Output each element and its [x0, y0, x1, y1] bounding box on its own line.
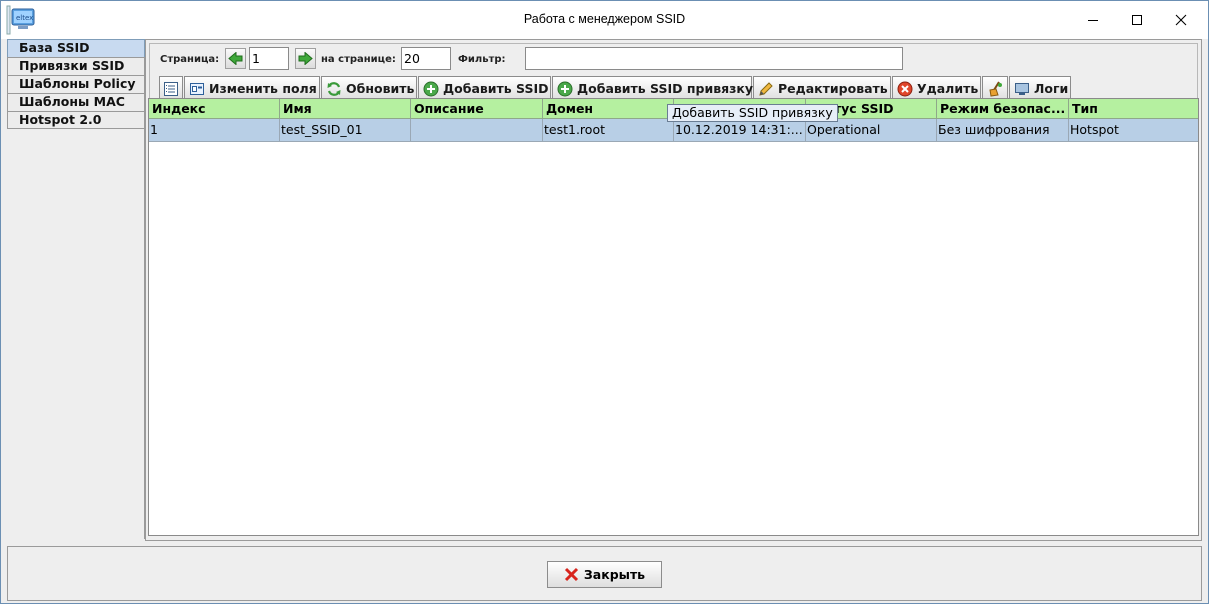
main-panel: Страница: на странице: Фильтр: Изменить …: [145, 39, 1202, 541]
column-header-index[interactable]: Индекс: [149, 99, 280, 119]
close-button[interactable]: Закрыть: [547, 561, 662, 588]
monitor-log-icon: [1015, 82, 1029, 95]
logs-label: Логи: [1034, 81, 1069, 96]
filter-label: Фильтр:: [458, 54, 506, 65]
delete-icon: [897, 81, 913, 96]
sidebar-item-ssid-bindings[interactable]: Привязки SSID: [7, 57, 145, 75]
toolbar-area: Страница: на странице: Фильтр: Изменить …: [149, 43, 1198, 101]
cell-ssid-status: Operational: [806, 119, 937, 142]
cell-security-mode: Без шифрования: [937, 119, 1069, 142]
ssid-table: Индекс Имя Описание Домен Статус SSID Ре…: [148, 98, 1199, 536]
sidebar-item-hotspot[interactable]: Hotspot 2.0: [7, 111, 145, 129]
delete-label: Удалить: [917, 81, 979, 96]
page-label: Страница:: [160, 54, 220, 65]
add-ssid-binding-label: Добавить SSID привязку: [577, 81, 754, 96]
add-ssid-label: Добавить SSID: [443, 81, 549, 96]
column-header-domain[interactable]: Домен: [543, 99, 674, 119]
pencil-icon: [759, 81, 773, 96]
filter-input[interactable]: [525, 47, 903, 70]
column-header-security-mode[interactable]: Режим безопас...: [937, 99, 1069, 119]
sidebar-item-policy-templates[interactable]: Шаблоны Policy: [7, 75, 145, 93]
per-page-label: на странице:: [321, 54, 396, 65]
edit-label: Редактировать: [778, 81, 888, 96]
table-row[interactable]: 1 test_SSID_01 test1.root 10.12.2019 14:…: [149, 119, 1198, 142]
column-list-icon: [164, 81, 178, 96]
cell-type: Hotspot: [1069, 119, 1198, 142]
window-title: Работа с менеджером SSID: [523, 12, 686, 26]
add-circle-icon: [423, 81, 439, 96]
footer-bar: Закрыть: [7, 546, 1202, 601]
refresh-icon: [327, 81, 341, 96]
page-number-input[interactable]: [249, 47, 289, 70]
sidebar-blank-area: [7, 129, 145, 539]
cell-domain: test1.root: [543, 119, 674, 142]
refresh-label: Обновить: [346, 81, 415, 96]
sidebar-item-ssid-base[interactable]: База SSID: [7, 39, 145, 57]
column-header-type[interactable]: Тип: [1069, 99, 1198, 119]
red-x-icon: [564, 567, 578, 582]
app-window: eltex Работа с менеджером SSID База SSID…: [0, 0, 1209, 604]
sidebar: База SSID Привязки SSID Шаблоны Policy Ш…: [7, 39, 145, 539]
maximize-button[interactable]: [1114, 1, 1160, 39]
column-header-description[interactable]: Описание: [411, 99, 543, 119]
per-page-input[interactable]: [401, 47, 451, 70]
minimize-button[interactable]: [1070, 1, 1116, 39]
cell-index: 1: [149, 119, 280, 142]
close-label: Закрыть: [583, 567, 646, 582]
sidebar-list: База SSID Привязки SSID Шаблоны Policy Ш…: [7, 39, 145, 129]
prev-page-button[interactable]: [225, 48, 246, 69]
change-fields-label: Изменить поля: [209, 81, 317, 96]
fields-icon: [190, 82, 204, 95]
column-header-name[interactable]: Имя: [280, 99, 411, 119]
sidebar-item-mac-templates[interactable]: Шаблоны MAC: [7, 93, 145, 111]
close-window-button[interactable]: [1158, 1, 1204, 39]
add-circle-icon: [557, 81, 573, 96]
title-bar: eltex Работа с менеджером SSID: [1, 1, 1208, 39]
arrow-right-icon: [298, 52, 313, 65]
cell-name: test_SSID_01: [280, 119, 411, 142]
broom-icon: [989, 80, 1002, 97]
arrow-left-icon: [228, 52, 243, 65]
next-page-button[interactable]: [295, 48, 316, 69]
tooltip: Добавить SSID привязку: [667, 104, 838, 122]
cell-description: [411, 119, 543, 142]
cell-date: 10.12.2019 14:31:...: [674, 119, 806, 142]
